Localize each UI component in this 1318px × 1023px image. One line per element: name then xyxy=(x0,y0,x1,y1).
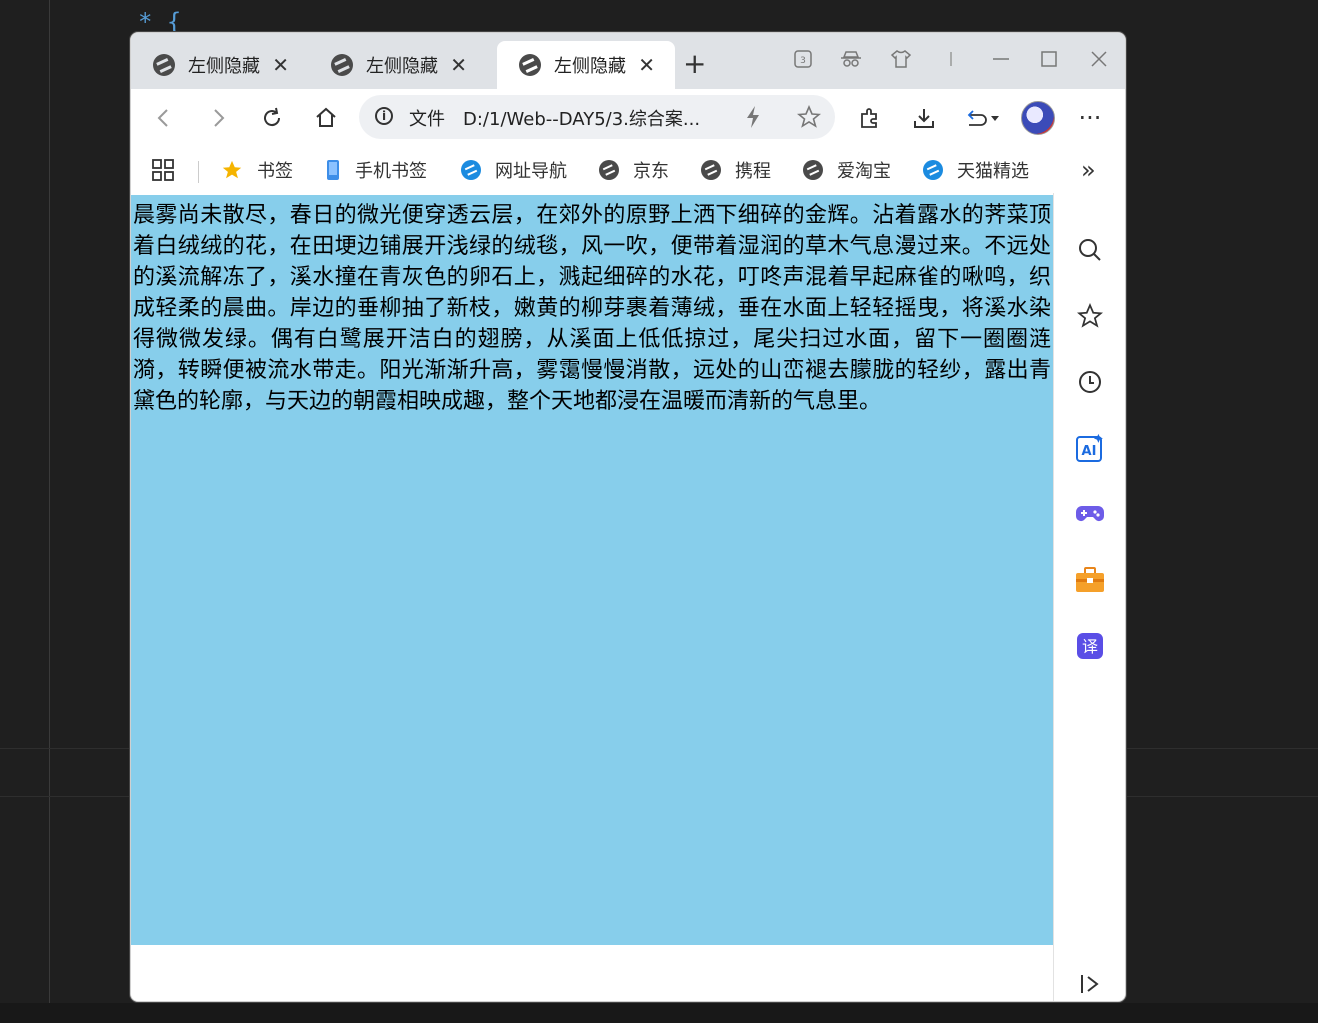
bookmark-label: 爱淘宝 xyxy=(837,161,891,182)
bookmark-item-bookmarks[interactable]: 书签 xyxy=(221,155,293,185)
minimize-icon[interactable] xyxy=(989,47,1013,71)
bookmark-label: 携程 xyxy=(735,161,771,182)
tab-close-icon[interactable]: ✕ xyxy=(450,53,467,77)
browser-icon xyxy=(923,160,943,180)
svg-text:AI: AI xyxy=(1082,444,1097,459)
browser-icon xyxy=(701,160,721,180)
page-viewport: 晨雾尚未散尽，春日的微光便穿透云层，在郊外的原野上洒下细碎的金辉。沾着露水的荠菜… xyxy=(131,193,1053,1001)
navigation-toolbar: i 文件 D:/1/Web--DAY5/3.综合案... ··· xyxy=(131,89,1125,147)
page-paragraph: 晨雾尚未散尽，春日的微光便穿透云层，在郊外的原野上洒下细碎的金辉。沾着露水的荠菜… xyxy=(133,203,1051,414)
browser-icon xyxy=(599,160,619,180)
address-url[interactable]: D:/1/Web--DAY5/3.综合案... xyxy=(463,105,700,131)
search-icon[interactable] xyxy=(1075,235,1105,265)
browser-window: 左侧隐藏 ✕ 左侧隐藏 ✕ 左侧隐藏 ✕ + 3 i 文件 D:/1/Web--… xyxy=(130,32,1126,1002)
address-bar[interactable]: i 文件 D:/1/Web--DAY5/3.综合案... xyxy=(359,95,835,139)
bookmark-item-mobile[interactable]: 手机书签 xyxy=(325,155,427,185)
ai-assistant-icon[interactable]: AI xyxy=(1075,433,1105,463)
forward-button[interactable] xyxy=(201,101,235,135)
home-button[interactable] xyxy=(309,101,343,135)
editor-code-fragment: * { xyxy=(138,8,182,36)
more-menu-button[interactable]: ··· xyxy=(1075,103,1105,133)
translate-icon[interactable]: 译 xyxy=(1075,631,1105,661)
bookmark-item-ctrip[interactable]: 携程 xyxy=(701,155,771,185)
new-tab-button[interactable]: + xyxy=(683,49,706,79)
browser-favicon-icon xyxy=(331,54,353,76)
history-clock-icon[interactable] xyxy=(1075,367,1105,397)
tab-close-icon[interactable]: ✕ xyxy=(638,53,655,77)
tab-title: 左侧隐藏 xyxy=(188,56,260,77)
lightning-icon[interactable] xyxy=(743,105,763,135)
tab-title: 左侧隐藏 xyxy=(554,56,626,77)
favorite-star-icon[interactable] xyxy=(796,104,822,135)
bookmarks-bar: 书签 手机书签 网址导航 京东 携程 爱淘宝 天猫精选 » xyxy=(131,147,1125,193)
site-info-icon[interactable]: i xyxy=(375,107,393,125)
maximize-icon[interactable] xyxy=(1037,47,1061,71)
incognito-icon[interactable] xyxy=(839,47,863,71)
tab[interactable]: 左侧隐藏 ✕ xyxy=(131,41,309,89)
tab-close-icon[interactable]: ✕ xyxy=(272,53,289,77)
tab-counter-icon[interactable]: 3 xyxy=(791,47,815,71)
toolbox-icon[interactable] xyxy=(1075,565,1105,595)
star-icon xyxy=(222,160,242,179)
undo-dropdown-icon[interactable] xyxy=(963,103,1003,133)
browser-favicon-icon xyxy=(519,54,541,76)
bookmark-label: 天猫精选 xyxy=(957,161,1029,182)
browser-icon xyxy=(803,160,823,180)
browser-icon xyxy=(461,160,481,180)
editor-statusbar xyxy=(0,1003,1318,1023)
tab-title: 左侧隐藏 xyxy=(366,56,438,77)
address-scheme-label: 文件 xyxy=(409,109,445,130)
bookmark-label: 书签 xyxy=(257,161,293,182)
tab-strip: 左侧隐藏 ✕ 左侧隐藏 ✕ 左侧隐藏 ✕ + 3 xyxy=(131,33,1125,89)
user-avatar[interactable] xyxy=(1021,101,1055,135)
apps-grid-icon[interactable] xyxy=(151,155,175,185)
download-icon[interactable] xyxy=(909,103,939,133)
collapse-sidebar-icon[interactable] xyxy=(1075,969,1105,999)
content-box: 晨雾尚未散尽，春日的微光便穿透云层，在郊外的原野上洒下细碎的金辉。沾着露水的荠菜… xyxy=(131,195,1053,945)
skin-shirt-icon[interactable] xyxy=(889,47,913,71)
bookmark-item-jd[interactable]: 京东 xyxy=(599,155,669,185)
bookmark-item-taobao[interactable]: 爱淘宝 xyxy=(803,155,891,185)
bookmark-label: 手机书签 xyxy=(355,161,427,182)
tab[interactable]: 左侧隐藏 ✕ xyxy=(309,41,487,89)
editor-gutter xyxy=(49,0,50,1003)
back-button[interactable] xyxy=(147,101,181,135)
refresh-button[interactable] xyxy=(255,101,289,135)
bookmarks-divider xyxy=(198,161,199,183)
close-window-icon[interactable] xyxy=(1087,47,1111,71)
bookmark-item-tmall[interactable]: 天猫精选 xyxy=(923,155,1029,185)
right-sidebar: AI 译 xyxy=(1053,193,1125,1001)
bookmark-label: 网址导航 xyxy=(495,161,567,182)
browser-favicon-icon xyxy=(153,54,175,76)
svg-text:译: 译 xyxy=(1082,637,1098,656)
extensions-icon[interactable] xyxy=(855,103,885,133)
game-controller-icon[interactable] xyxy=(1075,499,1105,529)
bookmark-label: 京东 xyxy=(633,161,669,182)
favorites-star-icon[interactable] xyxy=(1075,301,1105,331)
svg-text:3: 3 xyxy=(800,56,806,66)
bookmark-item-nav[interactable]: 网址导航 xyxy=(461,155,567,185)
bookmarks-overflow-button[interactable]: » xyxy=(1081,155,1096,185)
tab-active[interactable]: 左侧隐藏 ✕ xyxy=(497,41,675,89)
phone-icon xyxy=(327,160,339,180)
divider-icon xyxy=(939,47,963,71)
